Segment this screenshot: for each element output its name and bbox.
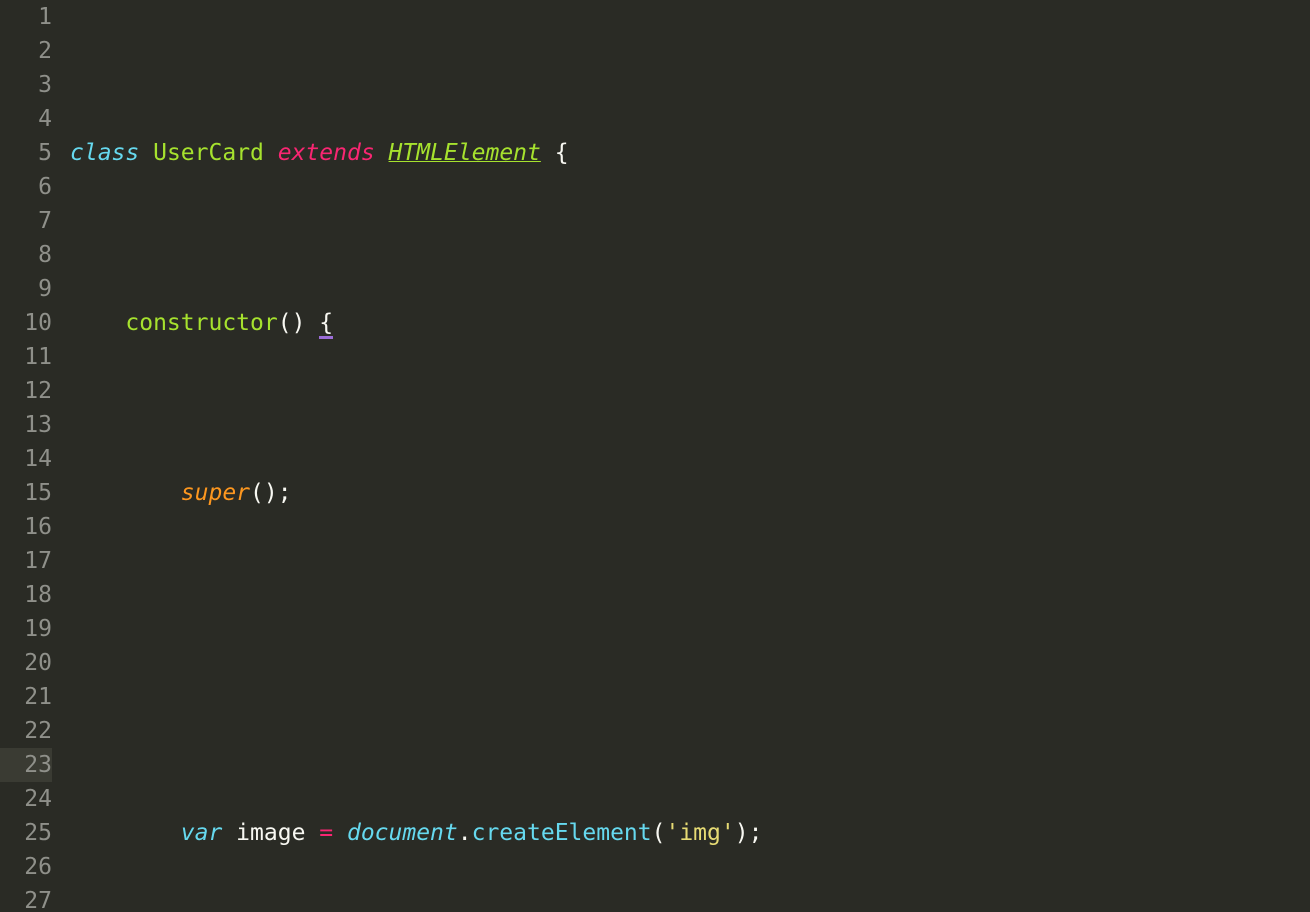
line-number: 9 (0, 272, 52, 306)
line-number: 22 (0, 714, 52, 748)
code-line[interactable] (70, 646, 1310, 680)
line-number: 7 (0, 204, 52, 238)
line-number-gutter: 1234567891011121314151617181920212223242… (0, 0, 70, 912)
method-call: createElement (472, 820, 652, 846)
line-number: 23 (0, 748, 52, 782)
line-number: 3 (0, 68, 52, 102)
line-number: 21 (0, 680, 52, 714)
keyword-var: var (181, 820, 223, 846)
line-number: 6 (0, 170, 52, 204)
line-number: 18 (0, 578, 52, 612)
brace-open: { (319, 310, 333, 339)
line-number: 10 (0, 306, 52, 340)
line-number: 20 (0, 646, 52, 680)
line-number: 13 (0, 408, 52, 442)
constructor-name: constructor (125, 310, 277, 336)
string-literal: 'img' (665, 820, 734, 846)
line-number: 26 (0, 850, 52, 884)
line-number: 25 (0, 816, 52, 850)
line-number: 17 (0, 544, 52, 578)
line-number: 5 (0, 136, 52, 170)
code-editor[interactable]: 1234567891011121314151617181920212223242… (0, 0, 1310, 912)
keyword-class: class (70, 140, 139, 166)
code-line[interactable]: var image = document.createElement('img'… (70, 816, 1310, 850)
line-number: 16 (0, 510, 52, 544)
line-number: 27 (0, 884, 52, 912)
line-number: 8 (0, 238, 52, 272)
line-number: 12 (0, 374, 52, 408)
document-obj: document (347, 820, 458, 846)
line-number: 14 (0, 442, 52, 476)
line-number: 4 (0, 102, 52, 136)
keyword-extends: extends (278, 140, 375, 166)
line-number: 19 (0, 612, 52, 646)
line-number: 1 (0, 0, 52, 34)
type-name: HTMLElement (389, 140, 541, 166)
keyword-super: super (181, 480, 250, 506)
line-number: 24 (0, 782, 52, 816)
code-line[interactable]: constructor() { (70, 306, 1310, 340)
line-number: 15 (0, 476, 52, 510)
line-number: 11 (0, 340, 52, 374)
class-name: UserCard (153, 140, 264, 166)
code-area[interactable]: class UserCard extends HTMLElement { con… (70, 0, 1310, 912)
line-number: 2 (0, 34, 52, 68)
code-line[interactable]: class UserCard extends HTMLElement { (70, 136, 1310, 170)
code-line[interactable]: super(); (70, 476, 1310, 510)
